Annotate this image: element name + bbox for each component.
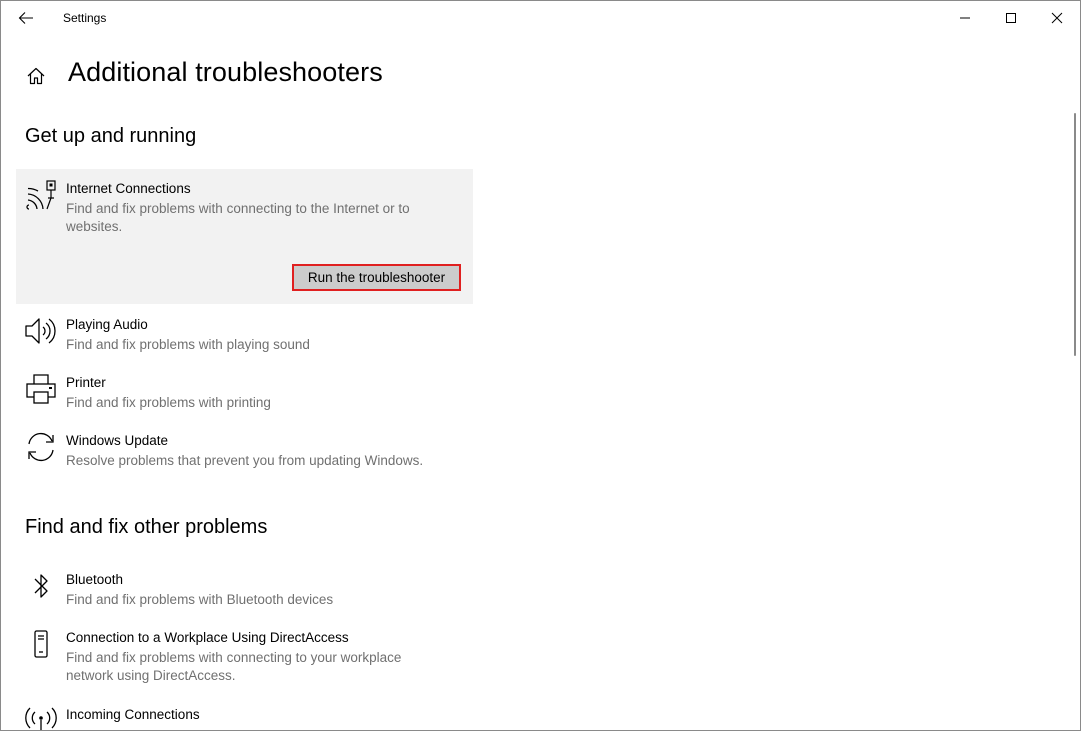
troubleshooter-directaccess[interactable]: Connection to a Workplace Using DirectAc… <box>16 628 473 688</box>
wifi-network-icon <box>24 179 58 213</box>
back-arrow-icon <box>18 12 33 24</box>
troubleshooter-description: Find and fix problems with Bluetooth dev… <box>66 592 334 607</box>
broadcast-icon <box>24 705 58 730</box>
vertical-scrollbar[interactable] <box>1074 113 1076 356</box>
maximize-button[interactable] <box>988 1 1034 35</box>
maximize-icon <box>1006 13 1016 23</box>
troubleshooter-internet-connections[interactable]: Internet Connections Find and fix proble… <box>16 169 473 304</box>
back-button[interactable] <box>11 3 41 33</box>
troubleshooter-name: Connection to a Workplace Using DirectAc… <box>66 630 349 645</box>
phone-device-icon <box>24 630 58 664</box>
printer-icon <box>24 373 58 407</box>
troubleshooter-printer[interactable]: Printer Find and fix problems with print… <box>16 373 473 421</box>
minimize-icon <box>960 17 970 19</box>
home-icon <box>27 67 45 85</box>
section-title-get-up-and-running: Get up and running <box>25 125 197 147</box>
troubleshooter-name: Internet Connections <box>66 181 191 196</box>
troubleshooter-description: Find and fix problems with printing <box>66 395 271 410</box>
sync-icon <box>24 431 58 465</box>
troubleshooter-windows-update[interactable]: Windows Update Resolve problems that pre… <box>16 431 473 479</box>
section-title-find-and-fix-other-problems: Find and fix other problems <box>25 516 268 538</box>
troubleshooter-name: Playing Audio <box>66 317 148 332</box>
troubleshooter-bluetooth[interactable]: Bluetooth Find and fix problems with Blu… <box>16 570 473 618</box>
troubleshooter-name: Bluetooth <box>66 572 124 587</box>
app-title: Settings <box>63 11 107 25</box>
settings-window: Settings Additional troubleshooters Get … <box>0 0 1081 731</box>
troubleshooter-playing-audio[interactable]: Playing Audio Find and fix problems with… <box>16 315 473 363</box>
troubleshooter-description: Resolve problems that prevent you from u… <box>66 453 424 468</box>
run-troubleshooter-button[interactable]: Run the troubleshooter <box>292 264 461 291</box>
troubleshooter-incoming-connections[interactable]: Incoming Connections <box>16 705 473 730</box>
troubleshooter-description: Find and fix problems with connecting to… <box>66 201 410 234</box>
troubleshooter-name: Incoming Connections <box>66 707 200 722</box>
troubleshooter-name: Printer <box>66 375 106 390</box>
troubleshooter-description: Find and fix problems with playing sound <box>66 337 310 352</box>
home-button[interactable] <box>23 63 49 89</box>
bluetooth-icon <box>24 572 58 606</box>
speaker-icon <box>24 315 58 349</box>
page-title: Additional troubleshooters <box>68 57 383 87</box>
minimize-button[interactable] <box>942 1 988 35</box>
troubleshooter-name: Windows Update <box>66 433 169 448</box>
close-icon <box>1051 12 1063 24</box>
title-bar: Settings <box>1 1 1080 35</box>
close-button[interactable] <box>1034 1 1080 35</box>
troubleshooter-description: Find and fix problems with connecting to… <box>66 650 402 683</box>
